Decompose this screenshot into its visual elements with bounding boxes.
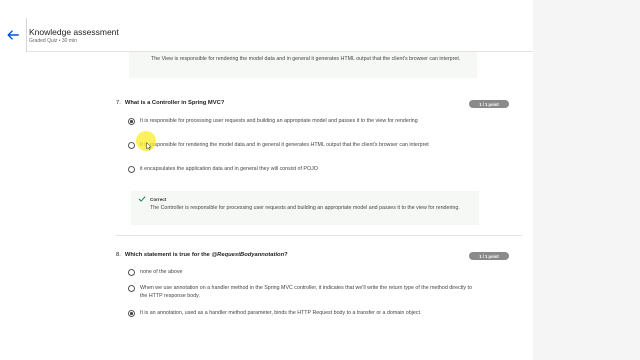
question-8-option-2[interactable]: When we use annotation on a handler meth… bbox=[128, 284, 473, 300]
radio-button-checked[interactable] bbox=[128, 118, 135, 125]
question-8-option-3[interactable]: It is an annotation, used as a handler m… bbox=[128, 309, 473, 317]
arrow-left-icon bbox=[7, 30, 19, 40]
question-8-option-1[interactable]: none of the above bbox=[128, 268, 473, 276]
previous-feedback: The View is responsible for rendering th… bbox=[129, 52, 477, 78]
previous-feedback-text: The View is responsible for rendering th… bbox=[151, 56, 461, 62]
question-8-number: 8. bbox=[116, 252, 121, 258]
checkmark-icon bbox=[138, 196, 146, 202]
question-7-feedback: Correct The Controller is responsible fo… bbox=[131, 191, 479, 225]
question-divider bbox=[116, 235, 522, 236]
question-8-annotation-name: @RequestBodyannotation bbox=[211, 252, 285, 258]
radio-button-checked[interactable] bbox=[128, 310, 135, 317]
radio-button[interactable] bbox=[128, 142, 135, 149]
mouse-pointer-icon bbox=[146, 142, 152, 150]
question-7-option-1[interactable]: It is responsible for processing user re… bbox=[128, 117, 473, 125]
question-7-option-2[interactable]: It is responsible for rendering the mode… bbox=[128, 141, 473, 149]
option-label: When we use annotation on a handler meth… bbox=[140, 285, 472, 299]
option-label: none of the above bbox=[140, 269, 183, 275]
header-bar: Knowledge assessment Graded Quiz • 30 mi… bbox=[0, 0, 533, 52]
option-label: It is an annotation, used as a handler m… bbox=[140, 310, 422, 316]
question-7-points-badge: 1 / 1 point bbox=[469, 100, 509, 108]
question-7-option-3[interactable]: it encapsulates the application data and… bbox=[128, 165, 473, 173]
question-8-text-prefix: Which statement is true for the bbox=[124, 252, 212, 258]
option-label: It is responsible for rendering the mode… bbox=[140, 142, 429, 148]
option-label: It is responsible for processing user re… bbox=[140, 118, 418, 124]
page-side-background bbox=[533, 0, 640, 360]
option-label: it encapsulates the application data and… bbox=[140, 166, 318, 172]
radio-button[interactable] bbox=[128, 269, 135, 276]
question-7-text: What is a Controller in Spring MVC? bbox=[124, 100, 225, 106]
page-subtitle: Graded Quiz • 30 min bbox=[29, 38, 77, 44]
page-title: Knowledge assessment bbox=[29, 27, 119, 37]
back-button[interactable] bbox=[0, 18, 27, 52]
feedback-label: Correct bbox=[150, 197, 167, 202]
question-7-title: 7. What is a Controller in Spring MVC? bbox=[116, 100, 224, 106]
radio-button[interactable] bbox=[128, 285, 135, 292]
feedback-text: The Controller is responsible for proces… bbox=[150, 205, 460, 211]
question-8-points-badge: 1 / 1 point bbox=[469, 252, 509, 260]
radio-button[interactable] bbox=[128, 166, 135, 173]
question-8-title: 8. Which statement is true for the @Reque… bbox=[116, 252, 288, 258]
question-7-number: 7. bbox=[116, 100, 121, 106]
question-8-text-suffix: ? bbox=[284, 252, 288, 258]
